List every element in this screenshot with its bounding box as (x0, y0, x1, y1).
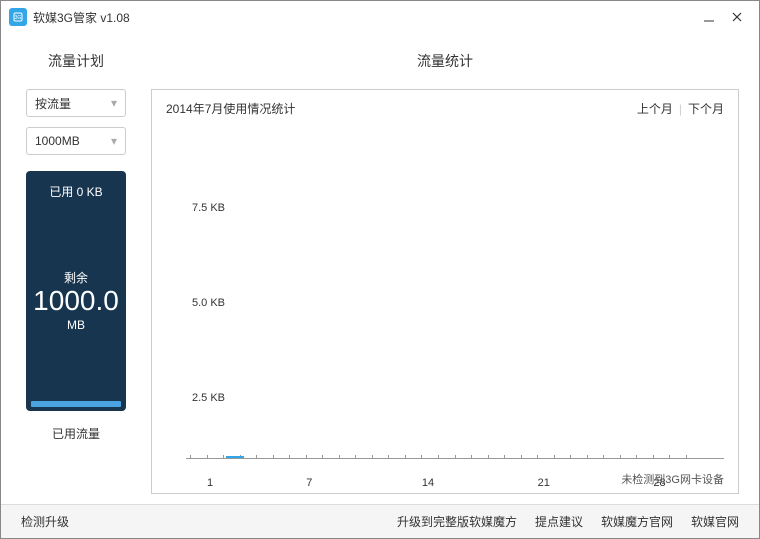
x-tickmark (372, 455, 373, 459)
stats-title: 流量统计 (151, 51, 739, 71)
used-label: 已用 0 KB (49, 183, 102, 200)
svg-text:3G: 3G (15, 15, 22, 21)
upgrade-full-link[interactable]: 升级到完整版软媒魔方 (397, 513, 517, 530)
x-tickmark (190, 455, 191, 459)
remain-unit: MB (67, 318, 85, 332)
x-tickmark (322, 455, 323, 459)
window-title: 软媒3G管家 v1.08 (33, 9, 130, 26)
x-tickmark (653, 455, 654, 459)
chart-highlight (226, 456, 244, 458)
plan-title: 流量计划 (48, 51, 104, 71)
footer: 检测升级 升级到完整版软媒魔方 提点建议 软媒魔方官网 软媒官网 (1, 504, 759, 538)
x-tickmark (686, 455, 687, 459)
x-tickmark (405, 455, 406, 459)
x-tickmark (289, 455, 290, 459)
x-tickmark (306, 455, 307, 459)
feedback-link[interactable]: 提点建议 (535, 513, 583, 530)
x-tickmark (537, 455, 538, 459)
x-tickmark (438, 455, 439, 459)
prev-month-button[interactable]: 上个月 (637, 100, 673, 117)
gauge-caption: 已用流量 (52, 425, 100, 442)
mode-select-value: 按流量 (35, 95, 71, 112)
device-status: 未检测到3G网卡设备 (621, 471, 724, 487)
x-tick: 1 (207, 477, 213, 489)
usage-gauge: 已用 0 KB 剩余 1000.0 MB (26, 171, 126, 411)
x-tick: 14 (422, 477, 434, 489)
y-tick: 5.0 KB (192, 297, 225, 309)
x-tickmark (388, 455, 389, 459)
x-tickmark (273, 455, 274, 459)
x-tick: 21 (538, 477, 550, 489)
chevron-down-icon: ▾ (111, 134, 117, 148)
y-tick: 7.5 KB (192, 202, 225, 214)
x-tickmark (488, 455, 489, 459)
quota-select-value: 1000MB (35, 134, 80, 148)
content: 流量计划 按流量 ▾ 1000MB ▾ 已用 0 KB 剩余 1000.0 MB… (1, 33, 759, 494)
x-tickmark (554, 455, 555, 459)
x-tickmark (207, 455, 208, 459)
chart-body: 7.5 KB 5.0 KB 2.5 KB 17142128 (166, 127, 724, 493)
x-tickmark (339, 455, 340, 459)
chart-header: 2014年7月使用情况统计 上个月 | 下个月 (152, 90, 738, 127)
app-icon: 3G (9, 8, 27, 26)
mode-select[interactable]: 按流量 ▾ (26, 89, 126, 117)
app-window: 3G 软媒3G管家 v1.08 流量计划 按流量 ▾ 1000MB ▾ 已用 0… (0, 0, 760, 539)
x-tickmark (455, 455, 456, 459)
chart-title: 2014年7月使用情况统计 (166, 100, 295, 117)
right-panel: 流量统计 2014年7月使用情况统计 上个月 | 下个月 7.5 KB 5.0 … (151, 41, 739, 494)
minimize-button[interactable] (695, 7, 723, 27)
chevron-down-icon: ▾ (111, 96, 117, 110)
quota-select[interactable]: 1000MB ▾ (26, 127, 126, 155)
x-tickmark (570, 455, 571, 459)
x-tickmark (636, 455, 637, 459)
x-tickmark (669, 455, 670, 459)
gauge-fill-bar (31, 401, 121, 407)
x-tickmark (355, 455, 356, 459)
x-tickmark (471, 455, 472, 459)
x-tickmark (256, 455, 257, 459)
y-tick: 2.5 KB (192, 392, 225, 404)
left-panel: 流量计划 按流量 ▾ 1000MB ▾ 已用 0 KB 剩余 1000.0 MB… (21, 41, 131, 494)
check-update-link[interactable]: 检测升级 (21, 513, 69, 530)
titlebar: 3G 软媒3G管家 v1.08 (1, 1, 759, 33)
x-tickmark (521, 455, 522, 459)
nav-separator: | (679, 102, 682, 116)
ruanmei-site-link[interactable]: 软媒官网 (691, 513, 739, 530)
x-tickmark (421, 455, 422, 459)
chart-box: 2014年7月使用情况统计 上个月 | 下个月 7.5 KB 5.0 KB 2.… (151, 89, 739, 494)
x-tickmark (504, 455, 505, 459)
next-month-button[interactable]: 下个月 (688, 100, 724, 117)
remain-label: 剩余 (64, 269, 88, 286)
x-tickmark (603, 455, 604, 459)
remain-value: 1000.0 (33, 286, 119, 317)
close-button[interactable] (723, 7, 751, 27)
x-tick: 7 (306, 477, 312, 489)
x-tickmark (620, 455, 621, 459)
x-tickmark (223, 455, 224, 459)
x-tickmark (587, 455, 588, 459)
mofang-site-link[interactable]: 软媒魔方官网 (601, 513, 673, 530)
